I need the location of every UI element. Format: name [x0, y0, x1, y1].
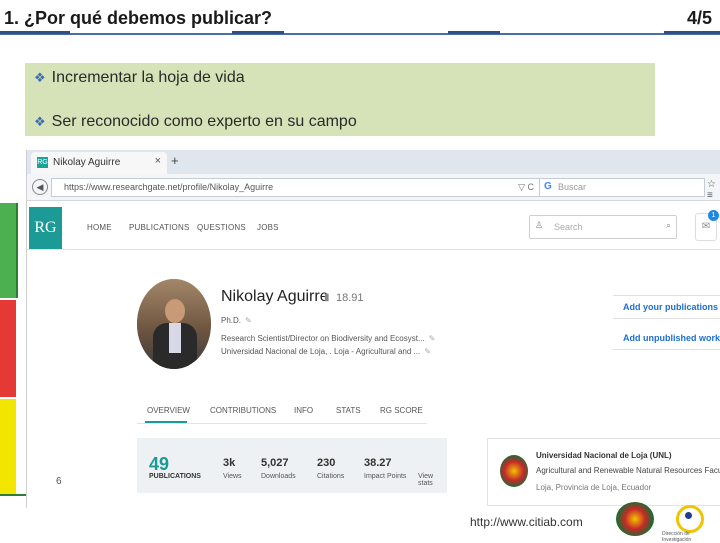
stat-views-label: Views — [223, 473, 242, 480]
tab-info[interactable]: INFO — [294, 406, 313, 415]
title-divider-accent — [448, 31, 500, 34]
browser-tab-bar: RG Nikolay Aguirre × + — [27, 150, 720, 174]
nav-publications[interactable]: PUBLICATIONS — [129, 223, 190, 232]
institution-department: Agricultural and Renewable Natural Resou… — [536, 466, 720, 475]
new-tab-icon[interactable]: + — [171, 153, 179, 168]
rg-search-input[interactable]: ♙ Search ⌕ — [529, 215, 677, 239]
notification-badge: 1 — [708, 210, 719, 221]
browser-toolbar: ◀ https://www.researchgate.net/profile/N… — [27, 174, 720, 201]
institution-card[interactable]: Universidad Nacional de Loja (UNL) Agric… — [487, 438, 720, 506]
tab-stats[interactable]: STATS — [336, 406, 361, 415]
yellow-strip — [0, 399, 16, 495]
bullet-item: ❖ Incrementar la hoja de vida — [34, 69, 245, 87]
tab-rg-score[interactable]: RG SCORE — [380, 406, 423, 415]
investigation-logo-dot — [685, 512, 692, 519]
rg-score-icon: ▮ — [324, 292, 330, 303]
profile-affiliation: Universidad Nacional de Loja, . Loja - A… — [221, 347, 431, 356]
nav-home[interactable]: HOME — [87, 223, 112, 232]
title-divider-accent — [0, 31, 70, 34]
stat-views-value: 3k — [223, 457, 236, 469]
slide-number: 6 — [56, 476, 62, 487]
title-divider-accent — [664, 31, 720, 34]
bullet-box: ❖ Incrementar la hoja de vida ❖ Ser recono… — [25, 63, 655, 136]
edit-pencil-icon[interactable]: ✎ — [245, 316, 252, 325]
back-arrow-icon[interactable]: ◀ — [32, 179, 48, 195]
bullet-text: Ser reconocido como experto en su campo — [51, 113, 357, 130]
strip-base-line — [0, 494, 26, 496]
tab-label: Nikolay Aguirre — [53, 157, 121, 168]
add-publications-button[interactable]: Add your publications — [613, 295, 720, 319]
slide-title: 1. ¿Por qué debemos publicar? — [4, 8, 273, 28]
url-text: https://www.researchgate.net/profile/Nik… — [64, 182, 274, 192]
title-divider — [0, 33, 720, 35]
footer-url[interactable]: http://www.citiab.com — [470, 515, 583, 529]
diamond-bullet-icon: ❖ — [34, 114, 46, 129]
researchgate-navbar: RG HOME PUBLICATIONS QUESTIONS JOBS ♙ Se… — [27, 201, 720, 250]
search-icon[interactable]: ⌕ — [666, 220, 671, 231]
researchgate-screenshot: RG Nikolay Aguirre × + ◀ https://www.res… — [26, 150, 720, 508]
publications-label: PUBLICATIONS — [149, 473, 201, 480]
stat-impact-label: Impact Points — [364, 473, 407, 480]
browser-tab[interactable]: RG Nikolay Aguirre × — [31, 152, 167, 174]
edit-pencil-icon[interactable]: ✎ — [424, 347, 431, 356]
profile-degree: Ph.D. ✎ — [221, 316, 252, 325]
add-unpublished-work-button[interactable]: Add unpublished work — [613, 327, 720, 350]
profile-name: Nikolay Aguirre — [221, 288, 329, 305]
nav-questions[interactable]: QUESTIONS — [197, 223, 246, 232]
institution-name: Universidad Nacional de Loja (UNL) — [536, 451, 672, 460]
url-input[interactable]: https://www.researchgate.net/profile/Nik… — [51, 178, 541, 197]
bullet-item: ❖ Ser reconocido como experto en su campo — [34, 113, 357, 131]
investigation-logo — [676, 505, 704, 533]
university-seal-icon — [500, 455, 528, 487]
slide-page-indicator: 4/5 — [686, 8, 712, 28]
researchgate-logo[interactable]: RG — [29, 207, 62, 249]
title-divider-accent — [232, 31, 284, 34]
stat-citations-label: Citations — [317, 473, 345, 480]
green-strip — [0, 203, 18, 298]
star-menu-icon[interactable]: ☆ ≡ — [707, 179, 720, 201]
tab-close-icon[interactable]: × — [155, 155, 161, 167]
rg-search-placeholder: Search — [554, 222, 583, 232]
bullet-text: Incrementar la hoja de vida — [51, 69, 245, 86]
tabs-divider — [137, 423, 427, 424]
stat-impact-value: 38.27 — [364, 457, 392, 469]
active-tab-indicator — [145, 421, 187, 423]
red-strip — [0, 300, 16, 397]
stat-downloads-value: 5,027 — [261, 457, 289, 469]
edit-pencil-icon[interactable]: ✎ — [429, 334, 436, 343]
google-icon: G — [544, 181, 552, 192]
profile-avatar[interactable] — [137, 279, 211, 369]
tab-contributions[interactable]: CONTRIBUTIONS — [210, 406, 276, 415]
search-placeholder: Buscar — [558, 182, 587, 192]
diamond-bullet-icon: ❖ — [34, 70, 46, 85]
user-icon: ♙ — [535, 220, 544, 230]
browser-search-input[interactable]: G Buscar — [539, 178, 705, 197]
stat-downloads-label: Downloads — [261, 473, 296, 480]
institution-location: Loja, Provincia de Loja, Ecuador — [536, 483, 652, 492]
investigation-logo-text: Dirección de Investigación — [662, 531, 692, 543]
stat-citations-value: 230 — [317, 457, 336, 469]
stats-bar: 49 PUBLICATIONS 3k Views 5,027 Downloads… — [137, 438, 447, 493]
researchgate-favicon-icon: RG — [37, 157, 48, 168]
reload-icon[interactable]: ▽ C — [518, 182, 534, 193]
nav-jobs[interactable]: JOBS — [257, 223, 279, 232]
rg-score: 18.91 — [336, 292, 364, 304]
unl-logo — [616, 502, 654, 536]
publications-count[interactable]: 49 — [149, 454, 169, 475]
view-stats-link[interactable]: View stats — [418, 473, 447, 487]
tab-overview[interactable]: OVERVIEW — [147, 406, 190, 415]
profile-position: Research Scientist/Director on Biodivers… — [221, 334, 436, 343]
